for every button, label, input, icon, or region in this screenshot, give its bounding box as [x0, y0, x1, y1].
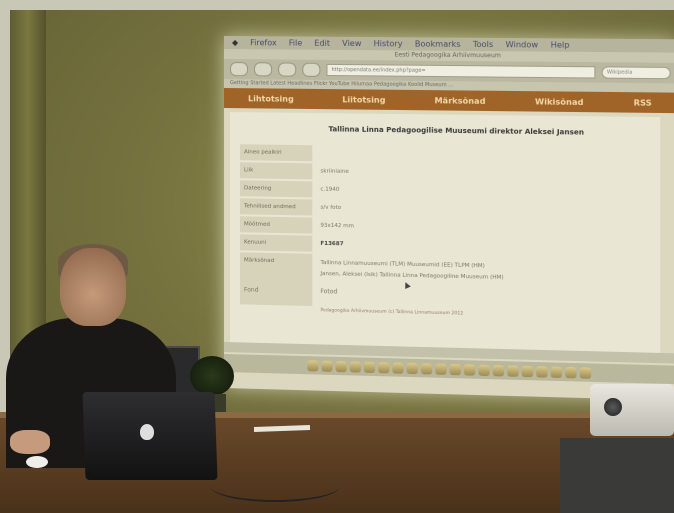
dock-app-icon: [535, 365, 548, 378]
dock-app-icon: [477, 364, 490, 376]
potted-plant: [190, 356, 234, 396]
search-box: Wikipedia: [601, 66, 671, 80]
projector: [590, 384, 674, 436]
dock-app-icon: [463, 363, 475, 376]
wall-pillar: [10, 10, 46, 370]
photo-scene: ◆ Firefox File Edit View History Bookmar…: [0, 0, 674, 513]
dock-app-icon: [434, 362, 447, 375]
menu-item: Help: [550, 40, 570, 50]
apple-icon: ◆: [231, 38, 239, 48]
site-nav-item: RSS: [633, 97, 652, 108]
dock-app-icon: [391, 361, 404, 374]
presenter-hand: [10, 430, 50, 454]
dock-app-icon: [306, 359, 318, 371]
menu-item: File: [288, 38, 303, 48]
dock-app-icon: [406, 362, 418, 374]
field-label: Märksõnad: [239, 252, 313, 307]
menu-item: Edit: [314, 38, 331, 48]
field-value: [314, 145, 622, 166]
menu-item: History: [373, 39, 403, 49]
field-value-column: skriiniaine c.1940 s/v foto 93x142 mm F1…: [314, 145, 622, 315]
field-label: Aineo pealkiri: [239, 144, 313, 162]
field-label: Dateering: [239, 180, 313, 198]
dock-app-icon: [521, 365, 533, 377]
dock-app-icon: [564, 366, 577, 378]
fond-label: Fond: [243, 286, 259, 294]
dock-app-icon: [492, 364, 504, 376]
back-button: [229, 62, 249, 77]
dock-app-icon: [320, 360, 333, 372]
dock-app-icon: [363, 361, 375, 373]
site-nav-item: Märksõnad: [434, 95, 486, 106]
dock-app-icon: [335, 360, 347, 372]
menu-item: View: [342, 38, 362, 49]
dock-app-icon: [550, 365, 562, 378]
presenter-head: [60, 248, 126, 326]
apple-logo-icon: [140, 424, 154, 440]
keywords-value: Tallinna Linnamuuseumi (TLM) Muuseumid (…: [314, 254, 622, 313]
projector-table: [560, 438, 674, 513]
menu-item: Tools: [472, 39, 494, 50]
site-nav-bar: Lihtotsing Liitotsing Märksõnad Wikisõna…: [224, 88, 674, 114]
site-nav-item: Wikisõnad: [535, 96, 584, 107]
dock-app-icon: [506, 364, 519, 377]
record-content: Tallinna Linna Pedagoogilise Muuseumi di…: [229, 112, 661, 355]
field-label: Liik: [239, 162, 313, 180]
projector-lens: [604, 398, 622, 416]
field-value: skriiniaine: [320, 168, 349, 175]
cable: [210, 470, 340, 502]
url-bar: http://opendata.ee/index.php?page=: [326, 63, 596, 79]
record-title: Tallinna Linna Pedagoogilise Muuseumi di…: [328, 125, 585, 137]
dock-app-icon: [449, 363, 461, 375]
site-nav-item: Liitotsing: [342, 94, 386, 105]
menu-item: Bookmarks: [414, 39, 461, 49]
field-label: Kenuuni: [239, 234, 313, 252]
menu-item: Firefox: [250, 38, 277, 48]
menu-item: Window: [505, 40, 539, 50]
dock-app-icon: [579, 366, 591, 379]
field-label: Tehnilised andmed: [239, 198, 313, 216]
projected-screen: ◆ Firefox File Edit View History Bookmar…: [224, 36, 674, 401]
dock-app-icon: [349, 360, 361, 373]
dock-app-icon: [420, 362, 432, 375]
forward-button: [254, 62, 273, 77]
site-nav-item: Lihtotsing: [247, 93, 294, 104]
home-button: [302, 62, 321, 77]
reload-button: [278, 62, 297, 77]
field-label: Mõõtmed: [239, 216, 313, 234]
photo-border-top: [0, 0, 674, 10]
fond-value: Fotod: [320, 288, 338, 296]
field-label-column: Aineo pealkiri Liik Dateering Tehnilised…: [239, 144, 313, 308]
dock-app-icon: [377, 361, 389, 373]
computer-mouse: [26, 456, 48, 468]
